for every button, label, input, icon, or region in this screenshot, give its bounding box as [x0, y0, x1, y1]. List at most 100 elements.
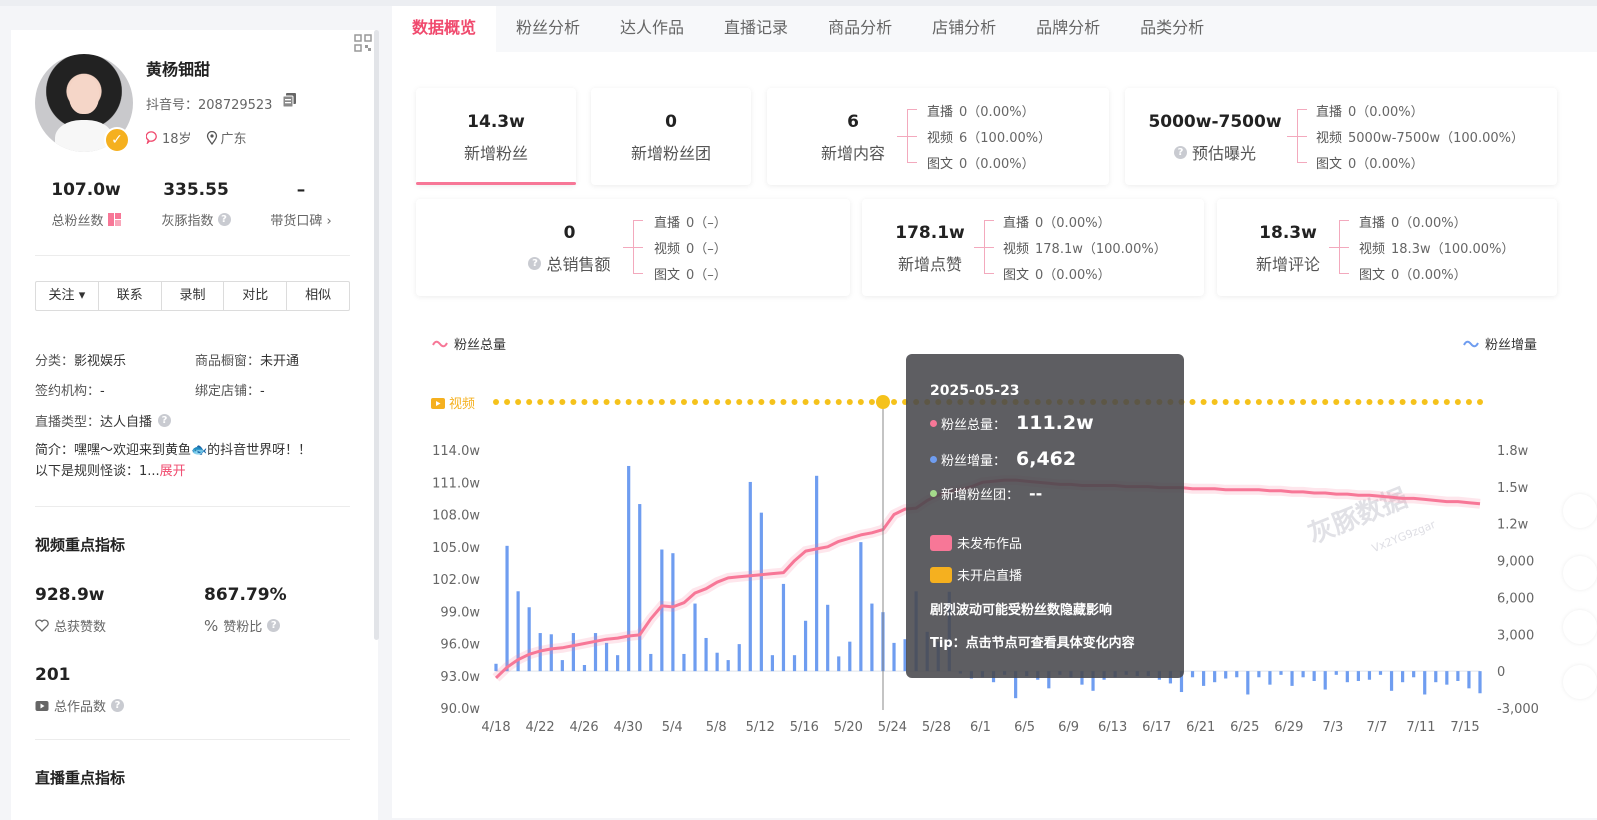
video-marker-dot: [891, 399, 898, 405]
video-marker-dot: [1443, 399, 1450, 405]
bar-fan-increase: [704, 637, 708, 672]
x-tick-label: 5/28: [922, 720, 951, 735]
video-marker-dot: [1266, 399, 1273, 405]
video-marker-dot: [669, 399, 676, 405]
bar-fan-increase: [859, 542, 863, 672]
tooltip-group: 新增粉丝团： --: [930, 484, 1042, 503]
video-marker-highlight: [876, 395, 890, 409]
video-marker-dot: [1222, 399, 1229, 405]
bar-fan-increase: [693, 603, 697, 672]
bar-fan-increase: [870, 603, 874, 672]
x-tick-label: 4/30: [614, 720, 643, 735]
y-tick-label-right: 1.8w: [1497, 444, 1529, 459]
bar-fan-increase: [1401, 671, 1405, 683]
video-marker-dot: [835, 399, 842, 405]
x-tick-label: 7/7: [1366, 720, 1387, 735]
bar-fan-increase: [582, 665, 587, 672]
bar-fan-increase: [1213, 671, 1217, 683]
video-marker-dot: [1355, 399, 1362, 405]
y-tick-label-right: -3,000: [1497, 702, 1539, 717]
bar-fan-increase: [649, 653, 653, 672]
bar-fan-increase: [1478, 671, 1482, 694]
bar-fan-increase: [770, 655, 775, 672]
y-tick-label-left: 99.0w: [440, 605, 480, 620]
bar-fan-increase: [1201, 671, 1206, 686]
video-marker-dot: [636, 399, 643, 405]
bar-fan-increase: [1290, 671, 1294, 686]
bar-fan-increase: [1378, 671, 1383, 675]
tooltip-no-live: 未开启直播: [930, 565, 1022, 584]
bar-fan-increase: [638, 504, 642, 672]
video-marker-dot: [1421, 399, 1428, 405]
bar-fan-increase: [1334, 671, 1338, 675]
bar-fan-increase: [1412, 671, 1416, 678]
tooltip-total: 粉丝总量： 111.2w: [930, 412, 1094, 434]
video-marker-dot: [1377, 399, 1384, 405]
x-tick-label: 6/29: [1274, 720, 1303, 735]
video-marker-dot: [493, 399, 499, 405]
bar-fan-increase: [1268, 671, 1272, 685]
x-tick-label: 4/22: [525, 720, 554, 735]
video-marker-dot: [802, 399, 809, 405]
bar-fan-increase: [826, 604, 830, 672]
y-tick-label-right: 3,000: [1497, 628, 1534, 643]
video-marker-dot: [1344, 399, 1351, 405]
bar-fan-increase: [1224, 671, 1228, 679]
video-badge-icon: [930, 534, 952, 551]
x-tick-label: 5/4: [662, 720, 683, 735]
video-marker-dot: [1410, 399, 1417, 405]
video-marker-dot: [1211, 399, 1218, 405]
bar-fan-increase: [1345, 671, 1349, 683]
y-tick-label-left: 114.0w: [432, 444, 480, 459]
bar-fan-increase: [1467, 671, 1471, 689]
video-marker-dot: [857, 399, 864, 405]
bar-fan-increase: [737, 644, 741, 672]
side-float-button[interactable]: [1563, 494, 1597, 528]
bar-fan-increase: [571, 633, 575, 672]
bar-fan-increase: [837, 656, 841, 672]
side-float-button[interactable]: [1563, 610, 1597, 644]
bar-fan-increase: [1312, 671, 1316, 681]
y-tick-label-left: 90.0w: [440, 702, 480, 717]
y-tick-label-right: 6,000: [1497, 591, 1534, 606]
video-marker-dot: [1477, 399, 1483, 405]
video-marker-dot: [658, 399, 665, 405]
bar-fan-increase: [1456, 671, 1460, 681]
bar-fan-increase: [1423, 671, 1427, 695]
x-tick-label: 4/26: [569, 720, 598, 735]
bar-fan-increase: [682, 653, 686, 672]
y-tick-label-left: 102.0w: [432, 573, 480, 588]
video-marker-dot: [1333, 399, 1340, 405]
video-marker-dot: [1200, 399, 1207, 405]
side-float-button[interactable]: [1563, 665, 1597, 699]
bar-fan-increase: [781, 583, 786, 672]
video-marker-dot: [1311, 399, 1318, 405]
bar-fan-increase: [1323, 671, 1327, 690]
bar-fan-increase: [848, 641, 852, 672]
video-marker-dot: [703, 399, 710, 405]
video-marker-dot: [548, 399, 555, 405]
x-tick-label: 6/21: [1186, 720, 1215, 735]
video-marker-dot: [769, 399, 776, 405]
video-marker-dot: [846, 399, 853, 405]
video-marker-dot: [1465, 399, 1472, 405]
bar-fan-increase: [1190, 671, 1195, 678]
fans-chart[interactable]: 114.0w 111.0w 108.0w 105.0w 102.0w 99.0w 96.0w…: [0, 0, 1597, 818]
x-tick-label: 5/20: [834, 720, 863, 735]
video-marker-dot: [614, 399, 621, 405]
video-marker-dot: [1233, 399, 1240, 405]
side-float-button[interactable]: [1563, 556, 1597, 590]
bar-fan-increase: [792, 655, 797, 672]
bar-fan-increase: [759, 512, 763, 672]
video-marker-dot: [1399, 399, 1406, 405]
bar-fan-increase: [1257, 671, 1261, 678]
y-tick-label-right: 1.5w: [1497, 481, 1529, 496]
x-tick-label: 5/8: [706, 720, 727, 735]
x-tick-label: 4/18: [481, 720, 510, 735]
bar-fan-increase: [604, 642, 609, 672]
bar-fan-increase: [1279, 671, 1283, 675]
y-tick-label-left: 96.0w: [440, 638, 480, 653]
bar-fan-increase: [560, 660, 564, 672]
video-marker-dot: [1289, 399, 1296, 405]
y-tick-label-left: 93.0w: [440, 670, 480, 685]
